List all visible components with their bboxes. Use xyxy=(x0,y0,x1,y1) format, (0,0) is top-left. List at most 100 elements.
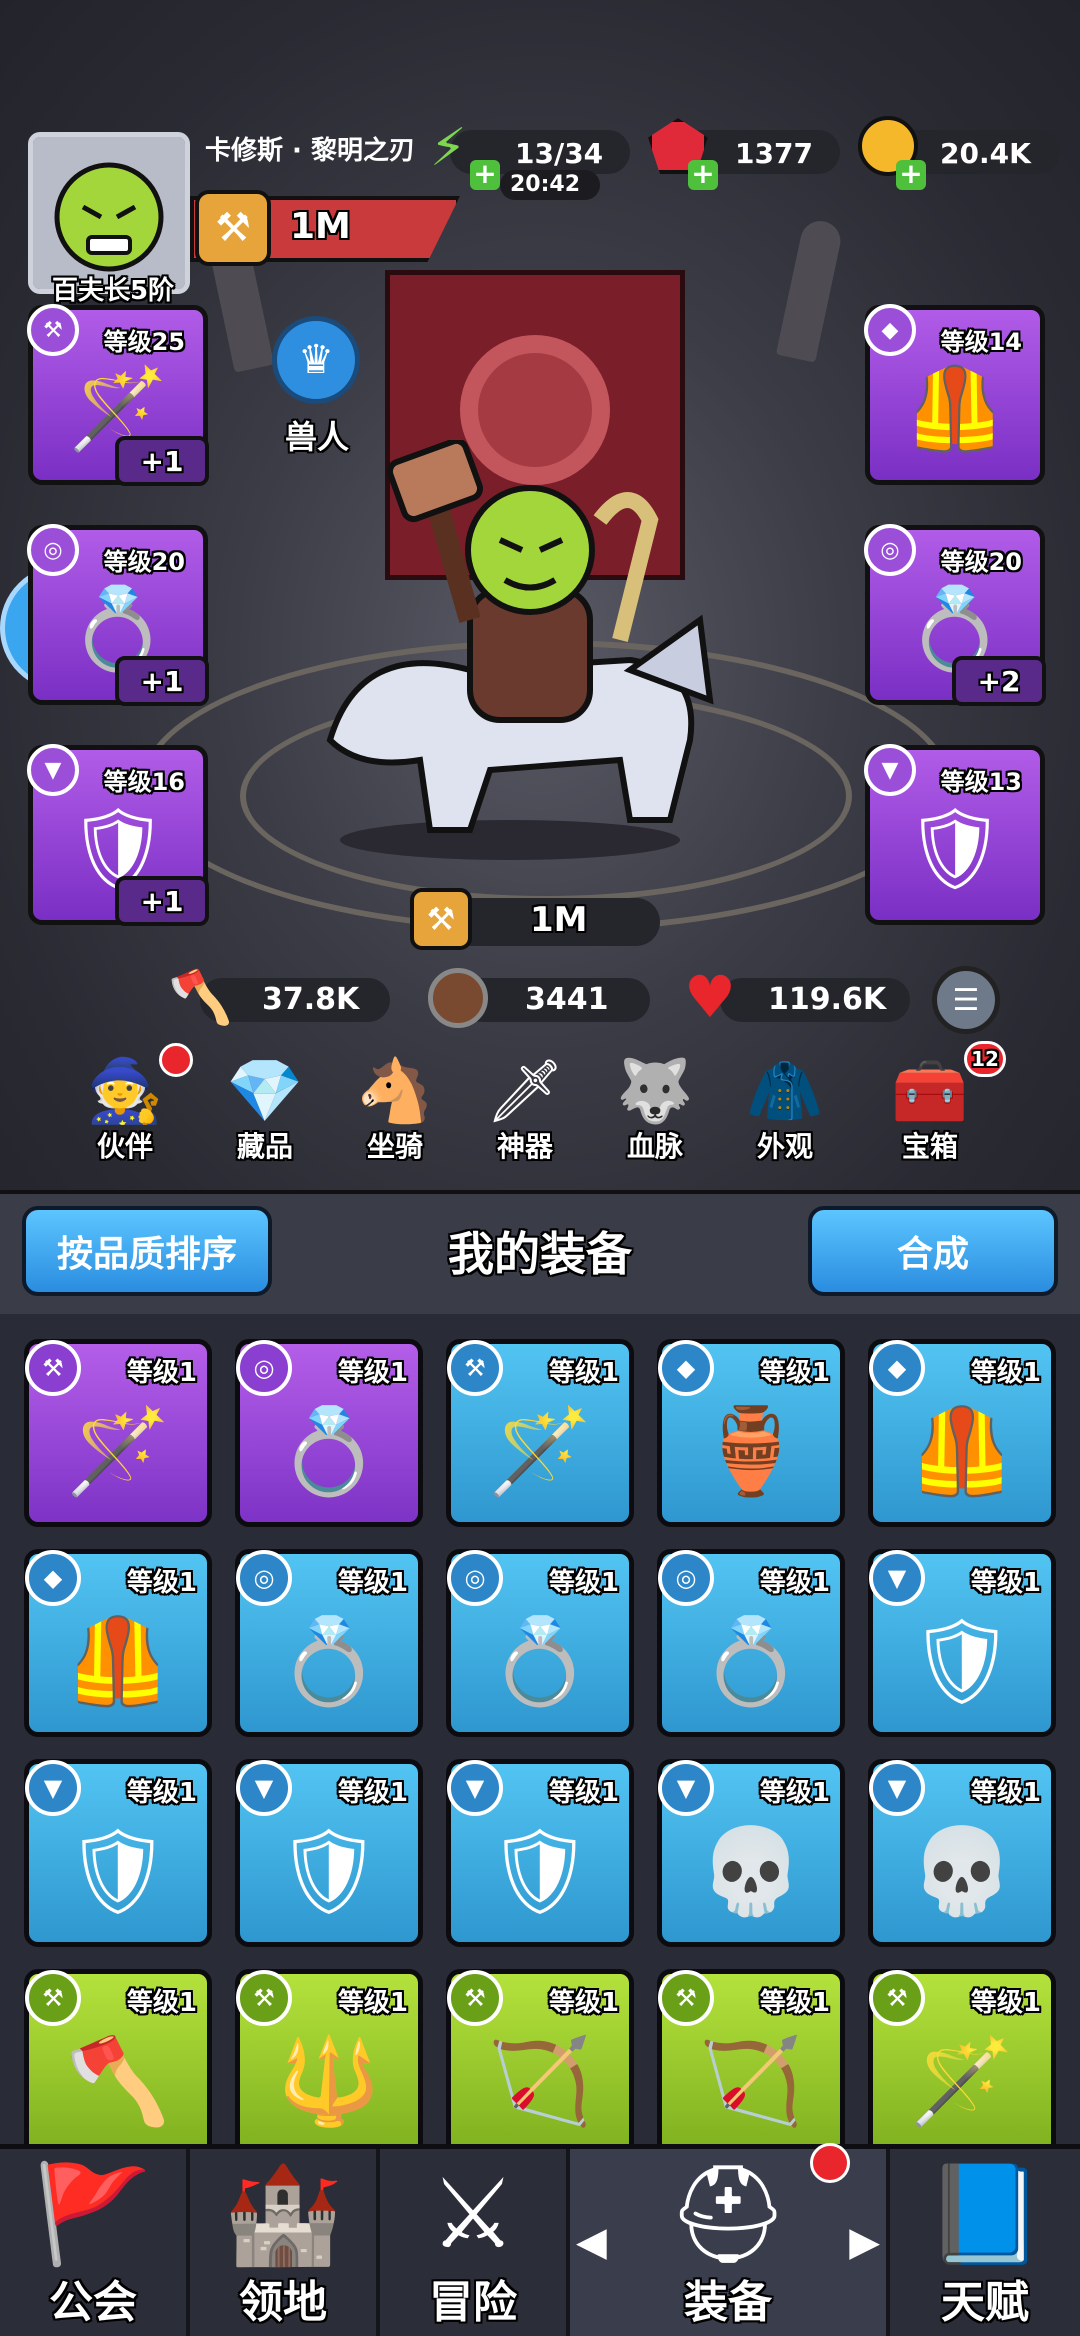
weapon-type-icon: ⚒ xyxy=(25,1970,81,2026)
attack-value: 37.8K xyxy=(262,982,360,1017)
item-level: 等级1 xyxy=(126,1358,197,1388)
staff-icon: 🪄 xyxy=(487,1401,593,1500)
inventory-item[interactable]: ◆ 等级1 🏺 xyxy=(657,1339,845,1527)
feature-appearance[interactable]: 🧥 外观 xyxy=(735,1055,835,1165)
sword-icon: 🗡 xyxy=(485,1054,565,1127)
inventory-item[interactable]: ▼ 等级1 🛡 xyxy=(235,1759,423,1947)
attack-axe-icon: 🪓 xyxy=(168,968,233,1028)
feature-bloodline[interactable]: 🐺 血脉 xyxy=(605,1055,705,1165)
inventory-item[interactable]: ⚒ 等级1 🔱 xyxy=(235,1969,423,2157)
crystal-icon: 💎 xyxy=(226,1054,304,1127)
amulet-type-icon: ▼ xyxy=(236,1760,292,1816)
feature-artifact[interactable]: 🗡 神器 xyxy=(475,1055,575,1165)
staff-icon: 🪄 xyxy=(909,2031,1015,2130)
energy-timer: 20:42 xyxy=(510,172,581,197)
skull-amulet-icon: 💀 xyxy=(909,1821,1015,1920)
notification-dot xyxy=(159,1043,193,1077)
armor-type-icon: ◆ xyxy=(25,1550,81,1606)
heart-icon: ♥ xyxy=(684,963,736,1031)
inventory-item[interactable]: ◆ 等级1 🦺 xyxy=(24,1549,212,1737)
gem-add-icon[interactable]: + xyxy=(688,160,718,190)
inventory-item[interactable]: ⚒ 等级1 🪄 xyxy=(24,1339,212,1527)
weapon-type-icon: ⚒ xyxy=(27,304,79,356)
notification-dot xyxy=(810,2143,850,2183)
slot-level: 等级16 xyxy=(103,768,185,796)
race-emblem-icon[interactable]: ♛ xyxy=(272,316,360,404)
energy-add-icon[interactable]: + xyxy=(470,160,500,190)
inventory-item[interactable]: ▼ 等级1 💀 xyxy=(657,1759,845,1947)
amulet-type-icon: ▼ xyxy=(869,1550,925,1606)
slot-level: 等级20 xyxy=(103,548,185,576)
equip-slot-ring-2[interactable]: ◎ 等级20 💍 +2 xyxy=(864,524,1046,706)
tab-territory[interactable]: 🏰 领地 xyxy=(190,2149,380,2336)
amulet-icon: 🛡 xyxy=(486,1821,594,1920)
hero-character[interactable] xyxy=(300,437,720,860)
power-axe-icon: ⚒ xyxy=(195,190,271,266)
equip-slot-armor[interactable]: ◆ 等级14 🦺 xyxy=(864,304,1045,485)
item-level: 等级1 xyxy=(337,1988,408,2018)
gold-add-icon[interactable]: + xyxy=(896,160,926,190)
equip-slot-weapon[interactable]: ⚒ 等级25 🪄 +1 xyxy=(27,304,209,486)
item-level: 等级1 xyxy=(970,1568,1041,1598)
equip-slot-amulet[interactable]: ▼ 等级16 🛡 +1 xyxy=(27,744,209,926)
item-level: 等级1 xyxy=(548,1358,619,1388)
inventory-item[interactable]: ◎ 等级1 💍 xyxy=(235,1549,423,1737)
inventory-item[interactable]: ⚒ 等级1 🪓 xyxy=(24,1969,212,2157)
item-level: 等级1 xyxy=(970,1988,1041,2018)
inventory-item[interactable]: ▼ 等级1 🛡 xyxy=(24,1759,212,1947)
ring-icon: 💍 xyxy=(276,1401,382,1500)
equip-slot-amulet-2[interactable]: ▼ 等级13 🛡 xyxy=(864,744,1045,925)
castle-icon: 🏰 xyxy=(223,2158,343,2270)
inventory-grid: ⚒ 等级1 🪄 ◎ 等级1 💍 ⚒ 等级1 🪄 ◆ 等级1 🏺 ◆ 等级1 🦺 ◆ 等级1 🦺 ◎ 等级1 💍 ◎ 等级1 💍… xyxy=(0,1314,1080,2157)
amulet-type-icon: ▼ xyxy=(25,1760,81,1816)
inventory-item[interactable]: ⚒ 等级1 🪄 xyxy=(446,1339,634,1527)
tab-guild[interactable]: 🚩 公会 xyxy=(0,2149,190,2336)
tab-adventure[interactable]: ⚔ 冒险 xyxy=(380,2149,570,2336)
inventory-item[interactable]: ◎ 等级1 💍 xyxy=(446,1549,634,1737)
inventory-item[interactable]: ◆ 等级1 🦺 xyxy=(868,1339,1056,1527)
my-equipment-title: 我的装备 xyxy=(448,1227,632,1281)
stats-detail-list-icon[interactable]: ☰ xyxy=(932,966,1000,1034)
tab-label: 冒险 xyxy=(429,2277,517,2328)
item-level: 等级1 xyxy=(759,1568,830,1598)
spellbook-icon: 📘 xyxy=(925,2158,1045,2270)
staff-icon: 🪄 xyxy=(65,1401,171,1500)
energy-icon: ⚡ xyxy=(430,118,467,178)
inventory-item[interactable]: ◎ 等级1 💍 xyxy=(235,1339,423,1527)
ring-type-icon: ◎ xyxy=(658,1550,714,1606)
inventory-item[interactable]: ⚒ 等级1 🪄 xyxy=(868,1969,1056,2157)
merge-button[interactable]: 合成 xyxy=(808,1206,1058,1296)
slot-level: 等级20 xyxy=(940,548,1022,576)
equip-slot-ring[interactable]: ◎ 等级20 💍 +1 xyxy=(27,524,209,706)
horn-right-decor xyxy=(775,217,845,363)
slot-plus: +1 xyxy=(115,876,209,926)
feature-chest[interactable]: 🧰 宝箱 12 xyxy=(880,1041,1006,1165)
feature-label: 宝箱 xyxy=(901,1130,958,1163)
ring-type-icon: ◎ xyxy=(447,1550,503,1606)
slot-plus: +2 xyxy=(952,656,1046,706)
feature-label: 坐骑 xyxy=(366,1130,423,1163)
slot-plus: +1 xyxy=(115,436,209,486)
item-level: 等级1 xyxy=(759,1778,830,1808)
ring-type-icon: ◎ xyxy=(236,1340,292,1396)
sort-by-quality-button[interactable]: 按品质排序 xyxy=(22,1206,272,1296)
tab-label: 领地 xyxy=(239,2277,327,2328)
feature-mount[interactable]: 🐴 坐骑 xyxy=(345,1055,445,1165)
inventory-item[interactable]: ⚒ 等级1 🏹 xyxy=(657,1969,845,2157)
feature-companion[interactable]: 🧙 伙伴 xyxy=(75,1043,193,1165)
bow-icon: 🏹 xyxy=(698,2031,804,2130)
feature-collection[interactable]: 💎 藏品 xyxy=(215,1055,315,1165)
inventory-item[interactable]: ⚒ 等级1 🏹 xyxy=(446,1969,634,2157)
crossbow-icon: 🏹 xyxy=(487,2031,593,2130)
chest-count-badge: 12 xyxy=(964,1041,1006,1077)
weapon-type-icon: ⚒ xyxy=(658,1970,714,2026)
inventory-item[interactable]: ▼ 等级1 💀 xyxy=(868,1759,1056,1947)
inventory-item[interactable]: ▼ 等级1 🛡 xyxy=(446,1759,634,1947)
tab-talent[interactable]: 📘 天赋 xyxy=(890,2149,1080,2336)
ring-icon: 💍 xyxy=(487,1611,593,1710)
armor-type-icon: ◆ xyxy=(869,1340,925,1396)
inventory-item[interactable]: ▼ 等级1 🛡 xyxy=(868,1549,1056,1737)
item-level: 等级1 xyxy=(970,1358,1041,1388)
tab-equipment[interactable]: ◀ ⛑ 装备 ▶ xyxy=(570,2143,890,2336)
inventory-item[interactable]: ◎ 等级1 💍 xyxy=(657,1549,845,1737)
